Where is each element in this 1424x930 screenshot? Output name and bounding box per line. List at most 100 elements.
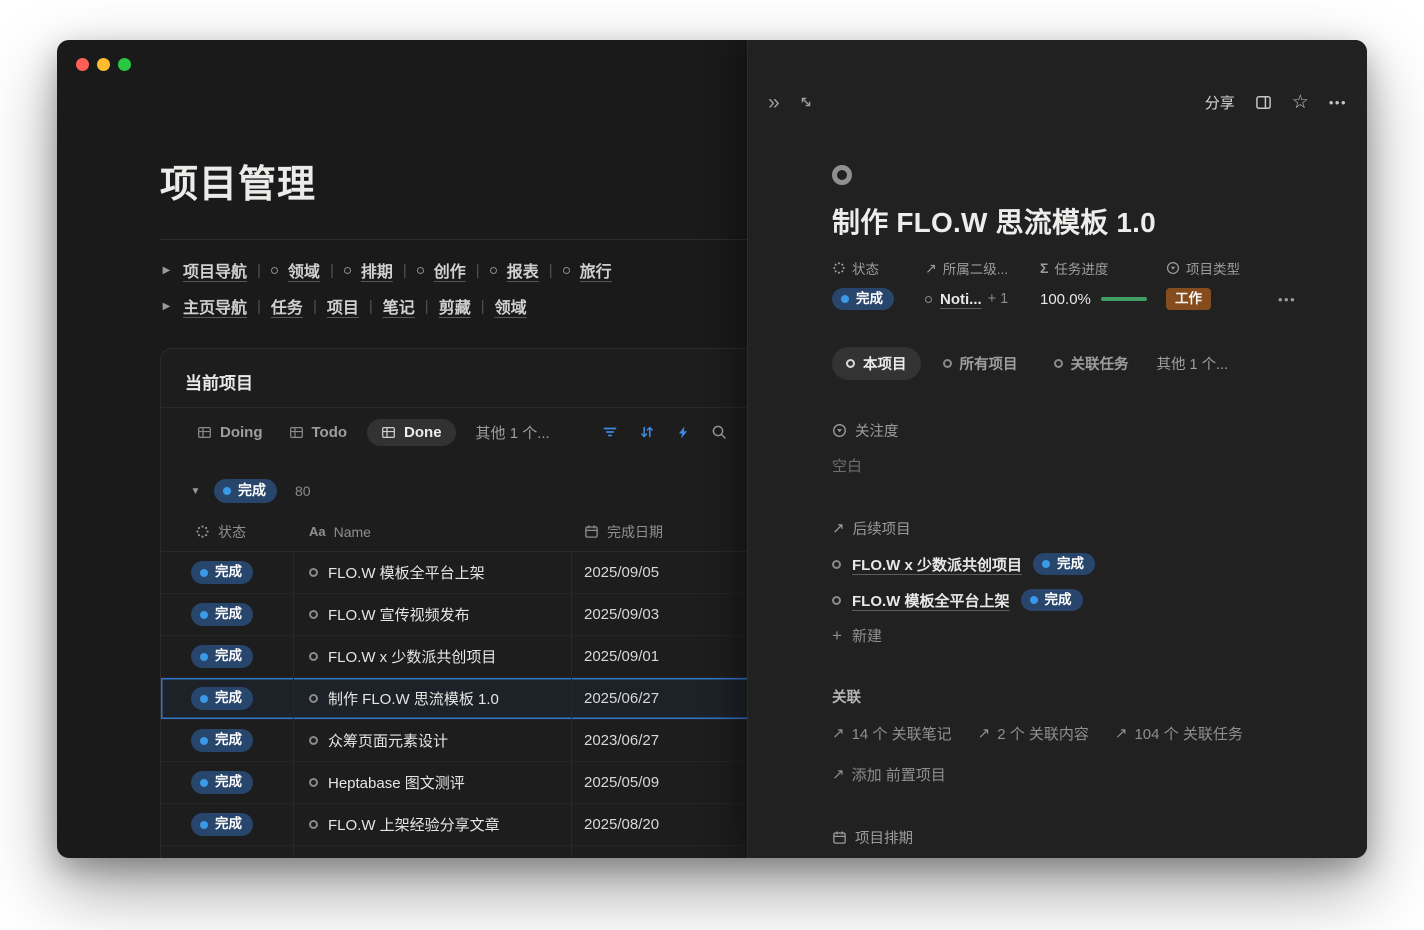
table-row: 完成 FLO.W 上架经验分享文章 2025/08/20 bbox=[161, 804, 779, 846]
zoom-button[interactable] bbox=[118, 58, 131, 71]
divider bbox=[160, 239, 760, 240]
relation-page-link[interactable]: Noti... bbox=[940, 291, 982, 308]
search-icon[interactable] bbox=[711, 424, 727, 440]
group-badge-label: 完成 bbox=[238, 482, 266, 500]
view-tab-bar: Doing Todo Done 其他 1 个... bbox=[161, 408, 779, 456]
expand-diagonal-icon[interactable] bbox=[798, 94, 814, 110]
view-tab-done[interactable]: Done bbox=[367, 419, 456, 446]
automation-lightning-icon[interactable] bbox=[676, 425, 690, 440]
peek-page-title[interactable]: 制作 FLO.W 思流模板 1.0 bbox=[832, 203, 1323, 243]
name-cell[interactable]: FLO.W 上架经验分享文章 bbox=[294, 804, 572, 845]
pipe-separator: | bbox=[403, 262, 407, 279]
property-grid: 状态 完成 ↗ 所属二级... Noti... + 1 bbox=[832, 259, 1323, 311]
peek-tab-related-tasks[interactable]: 关联任务 bbox=[1040, 347, 1143, 380]
page-ring-icon bbox=[925, 296, 932, 303]
name-cell[interactable]: FLO.W 模板全平台上架 bbox=[294, 552, 572, 593]
page-ring-icon bbox=[832, 596, 841, 605]
attention-empty-value[interactable]: 空白 bbox=[832, 455, 1323, 476]
schedule-label[interactable]: 项目排期 bbox=[832, 827, 1323, 848]
type-badge[interactable]: 工作 bbox=[1166, 288, 1211, 311]
relation-arrow-icon: ↗ bbox=[832, 521, 845, 536]
page-ring-icon bbox=[309, 568, 318, 577]
nav-link-notes[interactable]: 笔记 bbox=[383, 294, 415, 318]
filter-icon[interactable] bbox=[602, 424, 618, 440]
favorite-star-icon[interactable]: ☆ bbox=[1292, 93, 1309, 112]
property-parent-label[interactable]: ↗ 所属二级... bbox=[925, 259, 1040, 277]
page-icon[interactable] bbox=[832, 165, 852, 185]
close-button[interactable] bbox=[76, 58, 89, 71]
app-window: 项目管理 ▶ 项目导航 | 领域 | 排期 | 创作 | 报表 | 旅行 ▶ 主… bbox=[57, 40, 1367, 858]
column-header-name[interactable]: Aa Name bbox=[294, 524, 572, 540]
nav-link-creation[interactable]: 创作 bbox=[434, 258, 466, 282]
minimize-button[interactable] bbox=[97, 58, 110, 71]
status-cell[interactable]: 完成 bbox=[161, 720, 294, 761]
toggle-open-icon[interactable]: ▼ bbox=[189, 486, 202, 497]
more-properties-icon[interactable]: ••• bbox=[1278, 292, 1296, 307]
view-tab-doing[interactable]: Doing bbox=[197, 424, 263, 441]
related-tasks-link[interactable]: ↗ 104 个 关联任务 bbox=[1115, 723, 1243, 744]
name-cell[interactable]: Heptabase 图文测评 bbox=[294, 762, 572, 803]
more-views-button[interactable]: 其他 1 个... bbox=[476, 422, 550, 443]
nav-link-clips[interactable]: 剪藏 bbox=[439, 294, 471, 318]
nav-link-report[interactable]: 报表 bbox=[507, 258, 539, 282]
column-header-status[interactable]: 状态 bbox=[161, 522, 294, 542]
status-dot-icon bbox=[200, 779, 208, 787]
status-cell[interactable]: 完成 bbox=[161, 804, 294, 845]
nav-link-schedule[interactable]: 排期 bbox=[361, 258, 393, 282]
property-progress-label[interactable]: Σ 任务进度 bbox=[1040, 259, 1166, 277]
property-type-label[interactable]: 项目类型 bbox=[1166, 259, 1278, 277]
more-menu-icon[interactable]: ••• bbox=[1329, 95, 1347, 110]
name-cell[interactable]: FLO.W 宣传视频发布 bbox=[294, 594, 572, 635]
nav-link-project-nav[interactable]: 项目导航 bbox=[183, 258, 247, 282]
sort-icon[interactable] bbox=[639, 424, 655, 440]
attention-label[interactable]: 关注度 bbox=[832, 420, 1323, 441]
property-progress-value[interactable]: 100.0% bbox=[1040, 287, 1166, 311]
status-badge[interactable]: 完成 bbox=[832, 288, 894, 311]
table-row: 完成 FLO.W 模板全平台上架 2025/09/05 bbox=[161, 552, 779, 594]
name-cell[interactable]: FLO.W x 少数派共创项目 bbox=[294, 636, 572, 677]
followup-page-link[interactable]: FLO.W x 少数派共创项目 bbox=[852, 554, 1022, 575]
relations-title: 关联 bbox=[832, 686, 1323, 707]
peek-tab-this-project[interactable]: 本项目 bbox=[832, 347, 921, 380]
status-badge[interactable]: 完成 bbox=[1021, 589, 1083, 612]
nav-link-home-nav[interactable]: 主页导航 bbox=[183, 294, 247, 318]
nav-link-tasks[interactable]: 任务 bbox=[271, 294, 303, 318]
nav-link-domain2[interactable]: 领域 bbox=[495, 294, 527, 318]
page-ring-icon bbox=[309, 610, 318, 619]
status-cell[interactable]: 完成 bbox=[161, 552, 294, 593]
toggle-closed-icon[interactable]: ▶ bbox=[160, 301, 173, 312]
side-peek-icon[interactable] bbox=[1255, 94, 1272, 111]
name-cell[interactable]: 众筹页面元素设计 bbox=[294, 720, 572, 761]
property-status-label[interactable]: 状态 bbox=[832, 259, 925, 277]
status-property-icon bbox=[832, 261, 846, 275]
nav-link-travel[interactable]: 旅行 bbox=[580, 258, 612, 282]
status-cell[interactable]: 完成 bbox=[161, 762, 294, 803]
followup-page-link[interactable]: FLO.W 模板全平台上架 bbox=[852, 590, 1010, 611]
new-followup-button[interactable]: + 新建 bbox=[832, 625, 1323, 646]
related-notes-link[interactable]: ↗ 14 个 关联笔记 bbox=[832, 723, 952, 744]
progress-percent: 100.0% bbox=[1040, 291, 1091, 308]
related-content-link[interactable]: ↗ 2 个 关联内容 bbox=[978, 723, 1089, 744]
peek-tab-all-projects[interactable]: 所有项目 bbox=[929, 347, 1032, 380]
view-tab-todo[interactable]: Todo bbox=[289, 424, 348, 441]
nav-link-projects[interactable]: 项目 bbox=[327, 294, 359, 318]
close-peek-icon[interactable]: » bbox=[768, 92, 780, 113]
name-cell[interactable]: 制作 FLO.W 思流模板 1.0 bbox=[294, 678, 572, 719]
status-dot-icon bbox=[200, 695, 208, 703]
status-cell[interactable]: 完成 bbox=[161, 636, 294, 677]
peek-tabs-more-button[interactable]: 其他 1 个... bbox=[1151, 353, 1229, 374]
add-predecessor-button[interactable]: ↗ 添加 前置项目 bbox=[832, 764, 1323, 785]
followup-list: FLO.W x 少数派共创项目 完成 FLO.W 模板全平台上架 完成 bbox=[832, 551, 1323, 613]
card-title[interactable]: 当前项目 bbox=[185, 369, 253, 394]
status-badge[interactable]: 完成 bbox=[1033, 553, 1095, 576]
status-cell[interactable]: 完成 bbox=[161, 678, 294, 719]
table-row: 完成 FLO.W 宣传视频发布 2025/09/03 bbox=[161, 594, 779, 636]
property-parent-value[interactable]: Noti... + 1 bbox=[925, 287, 1040, 311]
status-cell[interactable]: 完成 bbox=[161, 594, 294, 635]
followup-label[interactable]: ↗ 后续项目 bbox=[832, 518, 1323, 539]
group-status-badge[interactable]: 完成 bbox=[214, 479, 277, 503]
toggle-closed-icon[interactable]: ▶ bbox=[160, 265, 173, 276]
share-button[interactable]: 分享 bbox=[1205, 92, 1235, 113]
nav-link-domain[interactable]: 领域 bbox=[288, 258, 320, 282]
status-dot-icon bbox=[841, 295, 849, 303]
